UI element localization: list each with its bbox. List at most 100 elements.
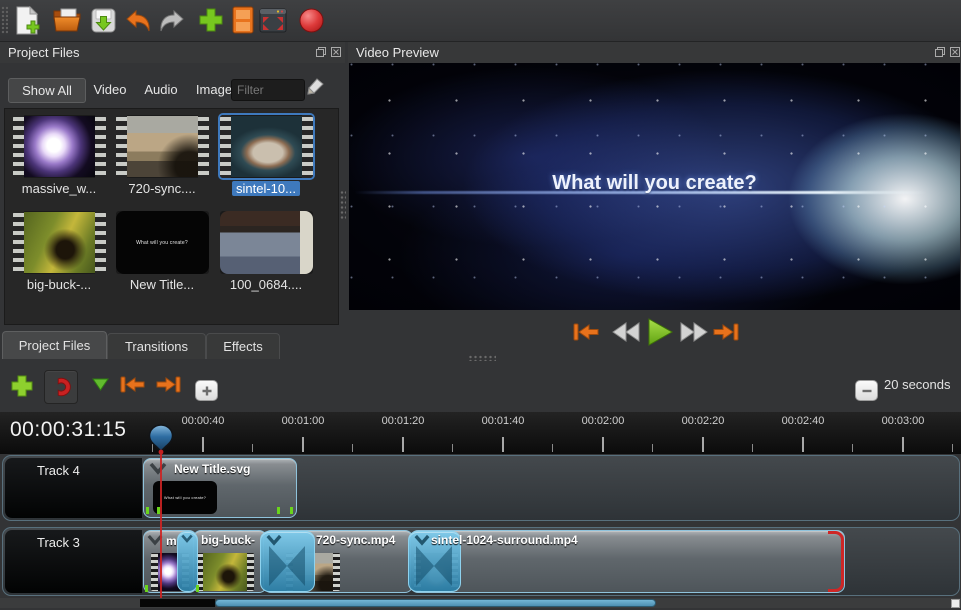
zoom-in-button[interactable]	[195, 380, 218, 401]
clip-thumbnail-title: What will you create?	[153, 481, 217, 514]
arrow-bar-right-icon	[154, 374, 182, 396]
record-circle-icon	[298, 7, 325, 34]
export-video-button[interactable]	[296, 5, 326, 35]
filter-audio-button[interactable]: Audio	[134, 78, 188, 101]
playhead-line[interactable]	[160, 452, 162, 598]
skip-to-start-icon	[572, 320, 600, 344]
project-files-window-buttons	[315, 46, 342, 58]
transition-x-icon	[267, 544, 307, 588]
new-project-button[interactable]	[12, 5, 42, 35]
skip-to-start-button[interactable]	[572, 320, 600, 344]
marker-triangle-icon	[91, 377, 110, 392]
ruler-label: 00:02:00	[573, 415, 633, 427]
video-preview-window-buttons	[934, 46, 961, 58]
playhead-marker[interactable]	[148, 424, 174, 460]
play-button[interactable]	[646, 317, 674, 347]
choose-profile-button[interactable]	[228, 5, 258, 35]
redo-arrow-icon	[157, 9, 185, 32]
rewind-button[interactable]	[612, 321, 642, 343]
screen-red-corners-icon	[259, 8, 287, 33]
fullscreen-button[interactable]	[258, 5, 288, 35]
keyframe-tick	[196, 585, 199, 592]
keyframe-tick	[290, 507, 293, 514]
file-thumbnail	[220, 115, 313, 178]
clip-label: New Title.svg	[174, 462, 250, 476]
file-thumbnail	[116, 115, 209, 178]
clear-filter-button[interactable]	[301, 77, 325, 106]
track-name: Track 4	[37, 463, 80, 478]
filmstrip-icon	[232, 6, 254, 34]
file-thumbnail	[13, 211, 106, 274]
add-track-button[interactable]	[8, 372, 36, 400]
open-project-button[interactable]	[52, 5, 82, 35]
clip-label: sintel-1024-surround.mp4	[431, 533, 578, 547]
folder-open-icon	[52, 7, 82, 33]
vertical-splitter-handle[interactable]	[340, 190, 346, 220]
snapping-toggle-button[interactable]	[44, 370, 78, 404]
track-4: Track 4 New Title.svg What will you crea…	[2, 455, 960, 521]
save-project-button[interactable]	[88, 5, 118, 35]
chevron-down-icon	[149, 462, 167, 475]
track-4-label-zone: Track 4	[5, 458, 142, 518]
save-icon	[90, 7, 117, 34]
toolbar-drag-handle[interactable]	[1, 6, 8, 34]
track-3-label-zone: Track 3	[5, 530, 142, 593]
resize-grip[interactable]	[951, 599, 960, 608]
transition-big-buck-720[interactable]	[260, 531, 315, 592]
clip-new-title[interactable]: New Title.svg What will you create?	[143, 458, 297, 518]
tab-effects[interactable]: Effects	[206, 333, 280, 359]
close-panel-icon[interactable]	[949, 46, 961, 58]
clip-label: big-buck-	[201, 533, 255, 547]
filter-video-button[interactable]: Video	[84, 78, 136, 101]
zoom-out-button[interactable]	[855, 380, 878, 401]
undo-button[interactable]	[124, 5, 154, 35]
video-frame-title-text: What will you create?	[349, 172, 960, 195]
clip-end-marker	[828, 531, 844, 592]
next-marker-button[interactable]	[154, 374, 182, 396]
timeline-horizontal-scrollbar[interactable]	[0, 598, 961, 608]
import-files-button[interactable]	[196, 5, 226, 35]
float-panel-icon[interactable]	[934, 46, 946, 58]
filter-show-all-button[interactable]: Show All	[8, 78, 86, 103]
filter-input[interactable]	[231, 79, 305, 101]
file-thumbnail	[220, 211, 313, 274]
float-panel-icon[interactable]	[315, 46, 327, 58]
file-item-sintel[interactable]: sintel-10...	[218, 115, 314, 196]
chevron-down-icon	[181, 534, 193, 543]
fast-forward-button[interactable]	[678, 321, 708, 343]
file-item-new-title[interactable]: What will you create? New Title...	[114, 211, 210, 292]
tab-project-files[interactable]: Project Files	[2, 331, 107, 359]
redo-button[interactable]	[156, 5, 186, 35]
file-item-720-sync[interactable]: 720-sync....	[114, 115, 210, 196]
scrollbar-gap	[140, 599, 215, 607]
clip-thumbnail-big-buck	[196, 553, 254, 591]
previous-marker-button[interactable]	[119, 374, 147, 396]
transition-narrow[interactable]	[177, 531, 198, 592]
plus-icon	[198, 7, 224, 33]
brush-icon	[301, 77, 325, 101]
keyframe-tick	[145, 585, 148, 592]
close-panel-icon[interactable]	[330, 46, 342, 58]
file-item-massive[interactable]: massive_w...	[11, 115, 107, 196]
project-files-list: massive_w... 720-sync.... sintel-10... b…	[4, 108, 339, 325]
horizontal-splitter-handle[interactable]	[468, 355, 496, 361]
video-editor-window: Project Files Show All Video Audio Image	[0, 0, 961, 610]
ruler-label: 00:02:40	[773, 415, 833, 427]
scrollbar-thumb[interactable]	[215, 599, 656, 607]
ruler-label: 00:00:40	[173, 415, 233, 427]
zoom-in-icon	[201, 385, 213, 397]
skip-to-end-button[interactable]	[712, 320, 740, 344]
timeline-ruler[interactable]: 00:00:31:15 00:00:40 00:01:00 00:01:20 0…	[0, 412, 961, 454]
keyframe-tick	[277, 507, 280, 514]
file-item-100-0684[interactable]: 100_0684....	[218, 211, 314, 292]
fast-forward-icon	[678, 321, 708, 343]
add-marker-button[interactable]	[90, 376, 110, 392]
video-preview-panel-title: Video Preview	[356, 45, 439, 60]
file-item-big-buck[interactable]: big-buck-...	[11, 211, 107, 292]
magnet-icon	[50, 376, 72, 398]
ruler-label: 00:03:00	[873, 415, 933, 427]
project-files-panel-titlebar: Project Files	[0, 42, 345, 63]
video-preview-frame[interactable]: What will you create?	[349, 63, 960, 310]
ruler-label: 00:02:20	[673, 415, 733, 427]
tab-transitions[interactable]: Transitions	[107, 333, 206, 359]
